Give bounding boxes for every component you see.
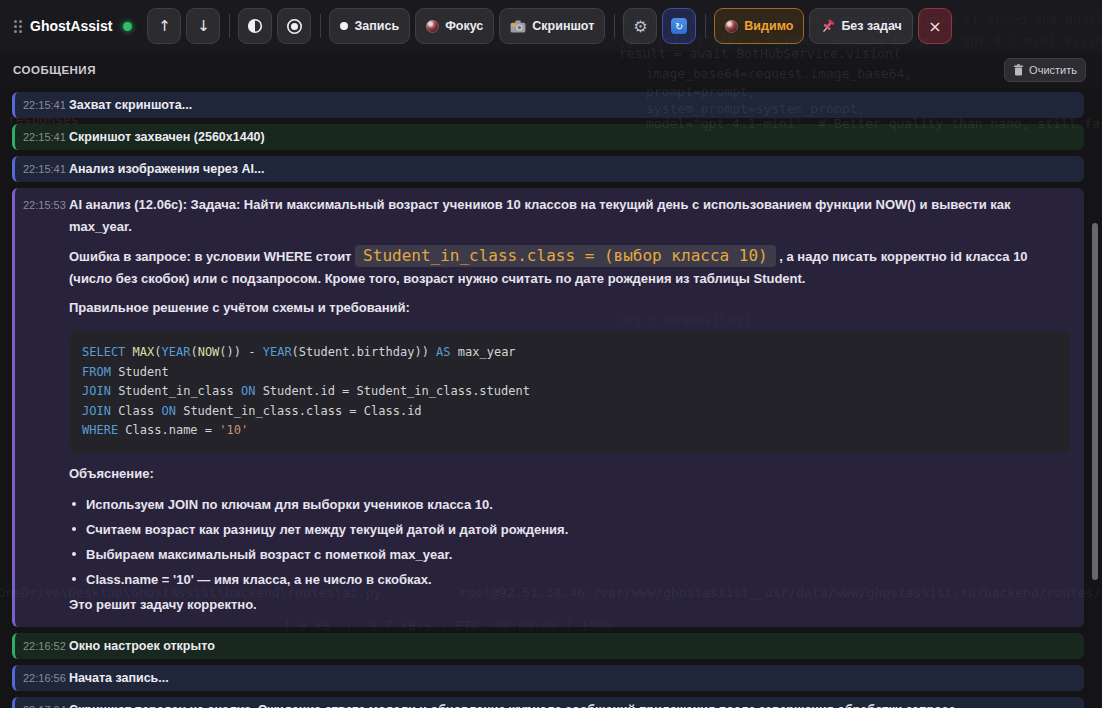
message-time: 22:15:41 — [23, 163, 66, 175]
ai-explain-header: Объяснение: — [69, 463, 1070, 485]
clear-button[interactable]: Очистить — [1004, 58, 1086, 82]
message-time: 22:16:52 — [23, 640, 66, 652]
record-label: Запись — [354, 19, 399, 33]
log-row: 22:16:52Окно настроек открыто — [12, 633, 1084, 659]
message-text: Анализ изображения через AI... — [69, 162, 264, 176]
ai-bullet-list: Используем JOIN по ключам для выборки уч… — [67, 492, 1070, 592]
visible-eye-icon — [725, 20, 738, 33]
log-row: 22:16:56Начата запись... — [12, 665, 1084, 691]
move-up-button[interactable]: ↑ — [147, 8, 181, 44]
toolbar-separator — [614, 14, 615, 38]
visibility-button[interactable]: Видимо — [714, 8, 804, 44]
message-time: 22:15:53 — [23, 194, 66, 211]
settings-button[interactable]: ⚙ — [623, 8, 657, 44]
ai-paragraph-error: Ошибка в запросе: в условии WHERE стоит … — [69, 245, 1070, 290]
message-text: Захват скриншота... — [69, 98, 192, 112]
message-time: 22:15:41 — [23, 99, 66, 111]
messages-header: СООБЩЕНИЯ Очистить — [0, 52, 1102, 88]
bullet-item: Используем JOIN по ключам для выборки уч… — [67, 492, 1070, 517]
log-row: 22:15:41Скриншот захвачен (2560x1440) — [12, 124, 1084, 150]
close-button[interactable]: × — [918, 8, 952, 44]
toolbar: GhostAssist ↑ ↓ Запись Фокус — [0, 0, 1102, 52]
message-text: Окно настроек открыто — [69, 639, 215, 653]
focus-button[interactable]: Фокус — [415, 8, 494, 44]
arrow-up-icon: ↑ — [158, 17, 171, 35]
screenshot-label: Скриншот — [532, 19, 594, 33]
message-time: 22:15:41 — [23, 131, 66, 143]
camera-icon — [510, 20, 526, 33]
drag-handle-icon[interactable] — [14, 20, 22, 33]
arrow-down-icon: ↓ — [197, 17, 210, 35]
focus-label: Фокус — [445, 19, 483, 33]
sync-icon: ↻ — [671, 18, 687, 34]
move-down-button[interactable]: ↓ — [186, 8, 220, 44]
message-time: 22:16:56 — [23, 672, 66, 684]
toolbar-separator — [705, 14, 706, 38]
scrollbar-thumb[interactable] — [1092, 223, 1098, 580]
log-row: 22:17:04Скриншот передан на анализ. Ожид… — [12, 697, 1084, 708]
message-time: 22:17:04 — [23, 704, 66, 708]
ghostassist-overlay: responses # Call gpt-4.1-mini Vision (op… — [0, 0, 1102, 708]
toolbar-separator — [320, 14, 321, 38]
clear-label: Очистить — [1029, 64, 1077, 76]
log-row: 22:15:41Захват скриншота... — [12, 92, 1084, 118]
no-tasks-label: Без задач — [841, 19, 901, 33]
ai-final-line: Это решит задачу корректно. — [69, 594, 1070, 616]
trash-icon — [1013, 64, 1024, 76]
focus-eye-icon — [426, 20, 439, 33]
gear-icon: ⚙ — [633, 17, 647, 36]
toolbar-separator — [229, 14, 230, 38]
ai-paragraph-task: AI анализ (12.06с): Задача: Найти максим… — [69, 194, 1070, 238]
log-row: 22:15:41Анализ изображения через AI... — [12, 156, 1084, 182]
record-button[interactable]: Запись — [329, 8, 410, 44]
status-dot — [123, 22, 132, 31]
messages-list: 22:15:41Захват скриншота...22:15:41Скрин… — [0, 88, 1102, 708]
bullet-item: Выбираем максимальный возраст с пометкой… — [67, 542, 1070, 567]
bullet-item: Считаем возраст как разницу лет между те… — [67, 517, 1070, 542]
app-title: GhostAssist — [30, 18, 112, 34]
inline-code: Student_in_class.class = (выбор класса 1… — [355, 245, 776, 267]
ai-message-body: AI анализ (12.06с): Задача: Найти максим… — [69, 194, 1070, 623]
ai-analysis-message: 22:15:53 AI анализ (12.06с): Задача: Най… — [12, 188, 1084, 627]
sync-button[interactable]: ↻ — [662, 8, 696, 44]
opacity-button[interactable] — [238, 8, 272, 44]
message-text: Скриншот захвачен (2560x1440) — [69, 130, 265, 144]
messages-title: СООБЩЕНИЯ — [13, 64, 96, 76]
no-tasks-button[interactable]: Без задач — [809, 8, 912, 44]
sql-code-block: SELECT MAX(YEAR(NOW()) - YEAR(Student.bi… — [69, 331, 1070, 453]
visible-label: Видимо — [744, 19, 793, 33]
capture-mode-button[interactable] — [277, 8, 311, 44]
message-text: Начата запись... — [69, 671, 169, 685]
record-dot-icon — [340, 22, 348, 30]
pin-icon — [820, 19, 835, 34]
record-ring-icon — [286, 18, 303, 35]
message-text: Скриншот передан на анализ. Ожидание отв… — [69, 703, 959, 708]
ai-paragraph-solution: Правильное решение с учётом схемы и треб… — [69, 297, 1070, 319]
screenshot-button[interactable]: Скриншот — [499, 8, 605, 44]
contrast-icon — [247, 18, 263, 34]
bullet-item: Class.name = '10' — имя класса, а не чис… — [67, 567, 1070, 592]
close-icon: × — [928, 17, 941, 36]
